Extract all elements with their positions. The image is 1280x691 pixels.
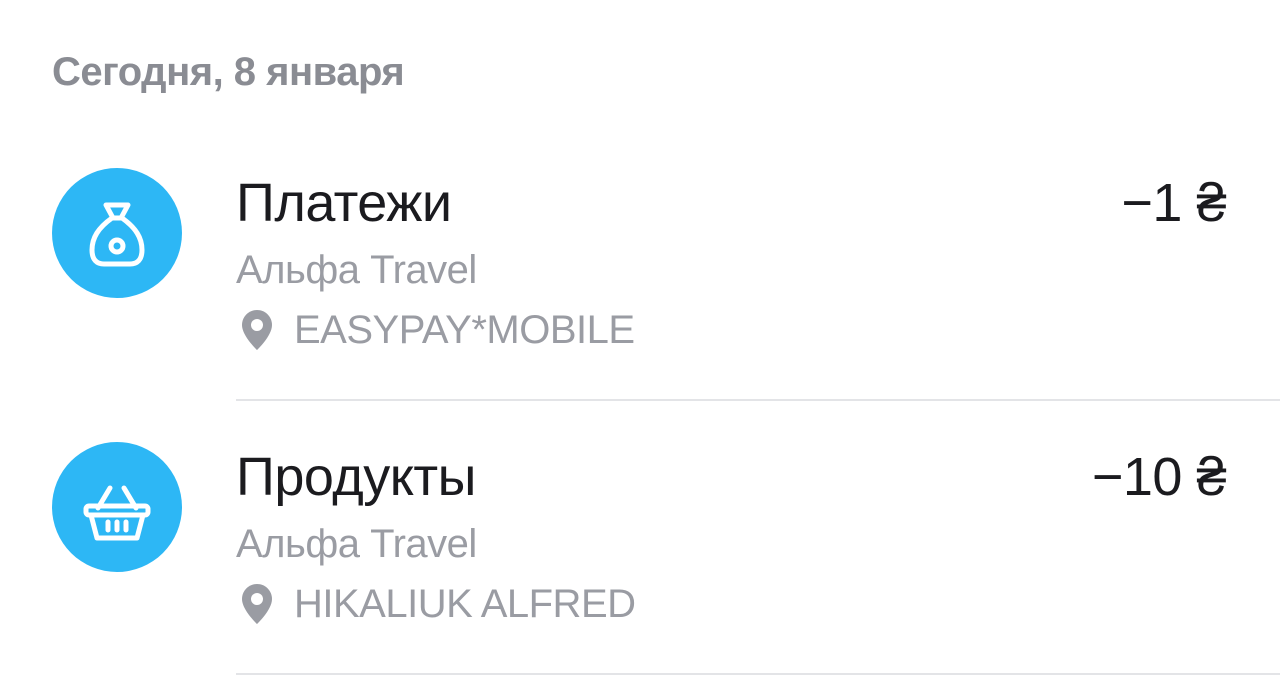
transaction-merchant: EASYPAY*MOBILE <box>240 308 635 352</box>
transaction-card-name: Альфа Travel <box>236 248 477 292</box>
merchant-name: EASYPAY*MOBILE <box>294 307 635 352</box>
transaction-amount: −10 ₴ <box>1091 447 1227 507</box>
money-bag-icon <box>52 168 182 298</box>
location-pin-icon <box>240 308 274 352</box>
transaction-merchant: HIKALIUK ALFRED <box>240 582 636 626</box>
location-pin-icon <box>240 582 274 626</box>
merchant-name: HIKALIUK ALFRED <box>294 581 636 626</box>
list-divider <box>236 673 1280 675</box>
transaction-item[interactable]: Платежи −1 ₴ Альфа Travel EASYPAY*MOBILE <box>0 125 1280 400</box>
transaction-card-name: Альфа Travel <box>236 522 477 566</box>
date-group-header: Сегодня, 8 января <box>52 50 405 94</box>
transaction-item[interactable]: Продукты −10 ₴ Альфа Travel HIKALIUK ALF… <box>0 399 1280 674</box>
transaction-amount: −1 ₴ <box>1121 173 1226 233</box>
transaction-category: Продукты <box>236 447 476 507</box>
basket-icon <box>52 442 182 572</box>
transactions-screen: Сегодня, 8 января Платежи −1 ₴ Альфа Tra… <box>0 0 1280 691</box>
transaction-category: Платежи <box>236 173 452 233</box>
